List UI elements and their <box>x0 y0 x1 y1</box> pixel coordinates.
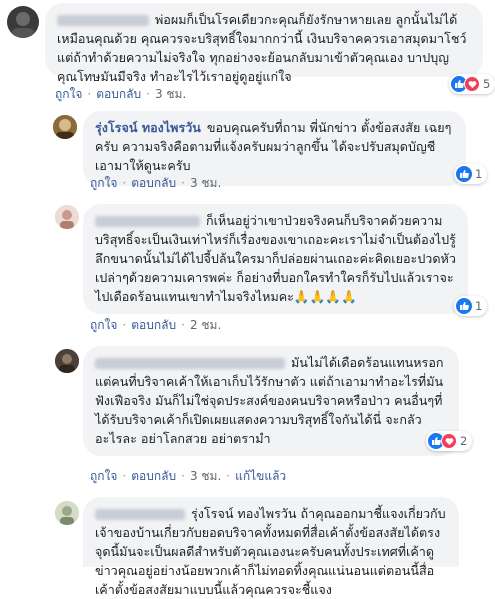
author-name-blurred[interactable] <box>57 15 149 26</box>
reaction-count[interactable]: 5 <box>449 74 495 94</box>
avatar[interactable] <box>7 6 39 38</box>
author-name-blurred[interactable] <box>95 509 185 520</box>
comment-actions: ถูกใจ · ตอบกลับ · 3 ชม. · แก้ไขแล้ว <box>90 469 287 483</box>
comment-bubble: มันไม่ได้เดือดร้อนแทนหรอก แต่คนที่บริจาค… <box>83 346 459 456</box>
reaction-count-number: 1 <box>475 167 483 181</box>
avatar-image-icon <box>11 12 35 38</box>
comment-timestamp[interactable]: 3 ชม. <box>190 469 221 483</box>
like-link[interactable]: ถูกใจ <box>90 176 117 190</box>
reply-link[interactable]: ตอบกลับ <box>131 469 176 483</box>
avatar-image-icon <box>55 205 79 229</box>
reaction-count[interactable]: 2 <box>426 431 473 451</box>
like-link[interactable]: ถูกใจ <box>90 469 117 483</box>
comment-timestamp[interactable]: 2 ชม. <box>190 318 221 332</box>
reaction-count-number: 5 <box>483 77 491 91</box>
avatar[interactable] <box>55 205 79 229</box>
comment-timestamp[interactable]: 3 ชม. <box>155 87 186 101</box>
love-icon <box>441 433 457 449</box>
avatar-image-icon <box>55 349 79 373</box>
reaction-count-number: 1 <box>475 299 483 313</box>
comment-timestamp[interactable]: 3 ชม. <box>190 176 221 190</box>
author-name[interactable]: รุ่งโรจน์ ทองไพรวัน <box>95 120 201 135</box>
comment-bubble: รุ่งโรจน์ ทองไพรวัน ถ้าคุณออกมาชี้แจงเกี… <box>83 497 459 597</box>
like-icon <box>456 298 472 314</box>
comment-bubble: พ่อผมก็เป็นโรคเดียวกะคุณก็ยังรักษาหายเลย… <box>45 3 483 84</box>
avatar[interactable] <box>55 501 79 525</box>
reaction-count[interactable]: 1 <box>454 164 488 184</box>
comment-actions: ถูกใจ · ตอบกลับ · 3 ชม. <box>55 87 187 101</box>
edited-link[interactable]: แก้ไขแล้ว <box>235 469 286 483</box>
author-name-blurred[interactable] <box>95 216 200 227</box>
love-icon <box>464 76 480 92</box>
like-link[interactable]: ถูกใจ <box>55 87 82 101</box>
reaction-count-number: 2 <box>460 434 468 448</box>
comment-actions: ถูกใจ · ตอบกลับ · 2 ชม. <box>90 318 222 332</box>
avatar-image-icon <box>53 115 77 139</box>
reply-link[interactable]: ตอบกลับ <box>96 87 141 101</box>
reply-link[interactable]: ตอบกลับ <box>131 176 176 190</box>
avatar-image-icon <box>55 501 79 525</box>
comment-bubble: ก็เห็นอยู่ว่าเขาป่วยจริงคนก็บริจาคด้วยคว… <box>83 204 468 314</box>
like-icon <box>456 166 472 182</box>
avatar[interactable] <box>55 349 79 373</box>
reaction-count[interactable]: 1 <box>454 296 488 316</box>
reply-link[interactable]: ตอบกลับ <box>131 318 176 332</box>
avatar[interactable] <box>53 115 77 139</box>
like-link[interactable]: ถูกใจ <box>90 318 117 332</box>
author-name-blurred[interactable] <box>95 358 285 369</box>
comment-actions: ถูกใจ · ตอบกลับ · 3 ชม. <box>90 176 222 190</box>
